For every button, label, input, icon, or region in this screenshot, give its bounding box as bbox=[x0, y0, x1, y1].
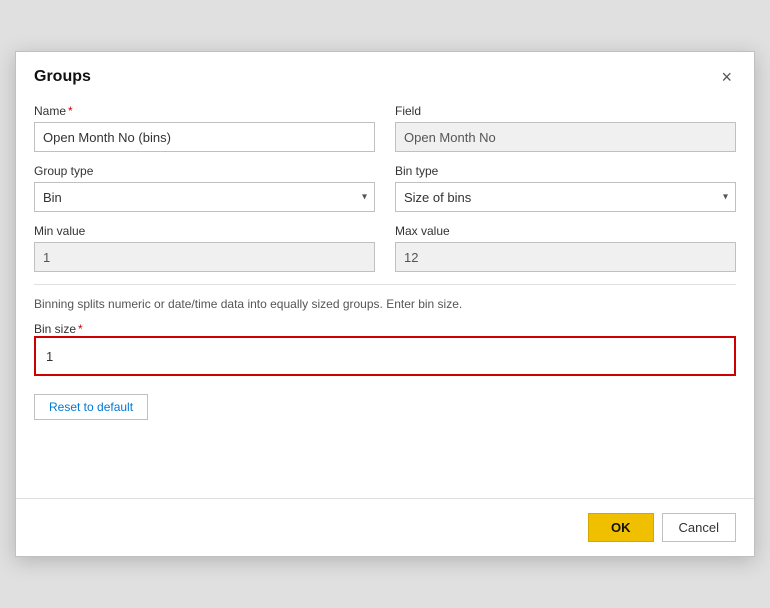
group-type-label: Group type bbox=[34, 164, 375, 178]
max-value-group: Max value bbox=[395, 224, 736, 272]
field-input bbox=[395, 122, 736, 152]
group-type-group: Group type Bin List ▾ bbox=[34, 164, 375, 212]
bin-size-required-star: * bbox=[78, 322, 83, 336]
bin-size-input[interactable] bbox=[38, 340, 732, 372]
field-group: Field bbox=[395, 104, 736, 152]
bin-size-input-wrapper bbox=[34, 336, 736, 376]
group-bin-type-row: Group type Bin List ▾ Bin type Size of b… bbox=[34, 164, 736, 212]
group-type-select[interactable]: Bin List bbox=[34, 182, 375, 212]
name-label: Name* bbox=[34, 104, 375, 118]
dialog-header: Groups × bbox=[16, 52, 754, 98]
min-value-input bbox=[34, 242, 375, 272]
bin-type-select-wrapper: Size of bins Number of bins ▾ bbox=[395, 182, 736, 212]
field-label: Field bbox=[395, 104, 736, 118]
bin-type-label: Bin type bbox=[395, 164, 736, 178]
bin-size-label: Bin size* bbox=[34, 322, 83, 336]
dialog-footer: OK Cancel bbox=[16, 498, 754, 556]
close-button[interactable]: × bbox=[717, 66, 736, 88]
divider bbox=[34, 284, 736, 285]
bin-size-section: Bin size* bbox=[34, 321, 736, 376]
cancel-button[interactable]: Cancel bbox=[662, 513, 736, 542]
min-value-label: Min value bbox=[34, 224, 375, 238]
dialog-title: Groups bbox=[34, 68, 91, 86]
bin-type-select[interactable]: Size of bins Number of bins bbox=[395, 182, 736, 212]
name-field-row: Name* Field bbox=[34, 104, 736, 152]
description-text: Binning splits numeric or date/time data… bbox=[34, 297, 736, 311]
bin-type-group: Bin type Size of bins Number of bins ▾ bbox=[395, 164, 736, 212]
name-input[interactable] bbox=[34, 122, 375, 152]
groups-dialog: Groups × Name* Field Group type Bi bbox=[15, 51, 755, 557]
min-value-group: Min value bbox=[34, 224, 375, 272]
max-value-label: Max value bbox=[395, 224, 736, 238]
max-value-input bbox=[395, 242, 736, 272]
group-type-select-wrapper: Bin List ▾ bbox=[34, 182, 375, 212]
reset-to-default-button[interactable]: Reset to default bbox=[34, 394, 148, 420]
dialog-body: Name* Field Group type Bin List ▾ bbox=[16, 98, 754, 438]
min-max-row: Min value Max value bbox=[34, 224, 736, 272]
ok-button[interactable]: OK bbox=[588, 513, 654, 542]
name-required-star: * bbox=[68, 104, 73, 118]
name-group: Name* bbox=[34, 104, 375, 152]
